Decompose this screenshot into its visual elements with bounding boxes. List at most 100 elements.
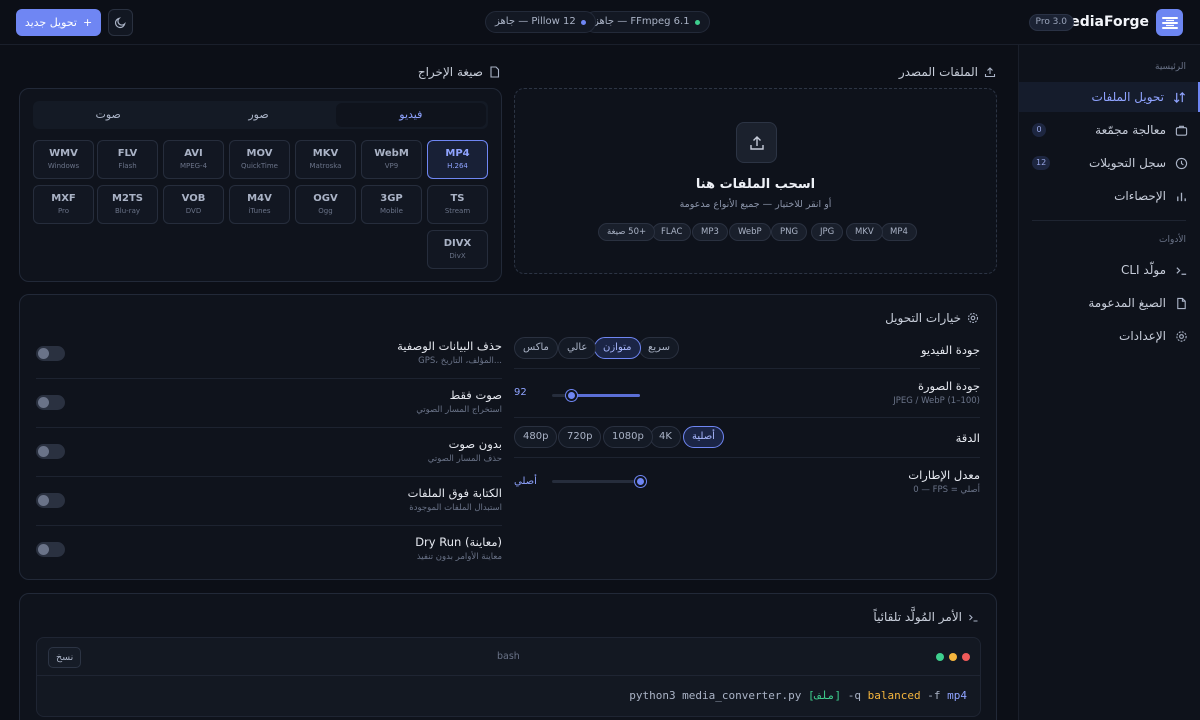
sidebar-item-label: مولّد CLI [1120, 263, 1166, 277]
gear-icon [1175, 330, 1188, 343]
format-option-m2ts[interactable]: M2TS Blu-ray [97, 185, 158, 224]
moon-icon [114, 16, 127, 29]
format-option-flv[interactable]: FLV Flash [97, 140, 158, 179]
format-option-avi[interactable]: AVI MPEG-4 [163, 140, 224, 179]
quality-option-high[interactable]: عالي [558, 337, 597, 359]
sidebar-item-label: سجل التحويلات [1088, 156, 1166, 170]
format-option-mp4[interactable]: MP4 H.264 [427, 140, 488, 179]
format-option-wmv[interactable]: WMV Windows [33, 140, 94, 179]
format-name: OGV [313, 193, 338, 204]
sidebar-item-cli[interactable]: مولّد CLI [1019, 255, 1200, 285]
sidebar-item-stats[interactable]: الإحصاءات [1019, 181, 1200, 211]
source-title-label: الملفات المصدر [898, 65, 978, 79]
format-codec: Stream [444, 207, 471, 215]
toggle-label: بدون صوت [448, 437, 502, 451]
fps-slider[interactable] [552, 476, 646, 487]
format-name: M2TS [112, 193, 143, 204]
tab-video[interactable]: فيديو [335, 103, 486, 127]
format-name: 3GP [380, 193, 403, 204]
cmd-prefix: python3 media_converter.py [629, 689, 809, 702]
file-dropzone[interactable]: اسحب الملفات هنا أو انقر للاختيار — جميع… [514, 88, 997, 274]
toggle-row: Dry Run (معاينة) معاينة الأوامر بدون تنفي… [36, 526, 502, 575]
format-chip: MP3 [692, 223, 728, 241]
format-name: MKV [312, 148, 339, 159]
format-option-mxf[interactable]: MXF Pro [33, 185, 94, 224]
logo-icon [1156, 9, 1183, 36]
format-chip: MP4 [881, 223, 917, 241]
sidebar-item-settings[interactable]: الإعدادات [1019, 321, 1200, 351]
output-format-panel: فيديو صور صوت MP4 H.264 WebM VP9 MKV Matroska… [19, 88, 502, 282]
toggle-hint: GPS، المؤلف، التاريخ... [418, 356, 502, 366]
sidebar-item-convert[interactable]: تحويل الملفات [1019, 82, 1200, 112]
format-name: MOV [246, 148, 273, 159]
format-option-m4v[interactable]: M4V iTunes [229, 185, 290, 224]
format-option-vob[interactable]: VOB DVD [163, 185, 224, 224]
status-label: Pillow 12 — جاهز [495, 16, 576, 27]
format-option-divx[interactable]: DIVX DivX [427, 230, 488, 269]
resolution-option-1080p[interactable]: 1080p [603, 426, 653, 448]
toggle-hint: استبدال الملفات الموجودة [409, 503, 502, 513]
slider-thumb[interactable] [634, 476, 646, 487]
toggle-switch[interactable] [36, 542, 65, 557]
theme-toggle-button[interactable] [108, 9, 133, 36]
toggle-switch[interactable] [36, 346, 65, 361]
resolution-option-480p[interactable]: 480p [514, 426, 558, 448]
code-header: نسخ bash [37, 638, 980, 676]
format-codec: Windows [47, 162, 80, 170]
format-name: WebM [374, 148, 409, 159]
status-dot [694, 19, 700, 25]
format-option-mkv[interactable]: MKV Matroska [295, 140, 356, 179]
sidebar-item-batch[interactable]: معالجة مجمّعة 0 [1019, 115, 1200, 145]
format-option-3gp[interactable]: 3GP Mobile [361, 185, 422, 224]
resolution-row: الدقة أصلية 4K 1080p 720p 480p [514, 418, 980, 458]
dropzone-title: اسحب الملفات هنا [695, 177, 816, 192]
format-name: WMV [49, 148, 78, 159]
resolution-option-4k[interactable]: 4K [650, 426, 681, 448]
image-quality-value: 92 [514, 387, 527, 398]
image-quality-slider[interactable] [552, 390, 640, 401]
quality-option-fast[interactable]: سريع [639, 337, 680, 359]
fps-label: معدل الإطارات [908, 468, 980, 482]
format-option-ogv[interactable]: OGV Ogg [295, 185, 356, 224]
briefcase-icon [1175, 124, 1188, 137]
sidebar-item-formats[interactable]: الصيغ المدعومة [1019, 288, 1200, 318]
copy-button[interactable]: نسخ [48, 647, 82, 668]
tab-audio[interactable]: صوت [33, 101, 183, 129]
output-section-title: صيغة الإخراج [418, 65, 500, 79]
history-count-badge: 12 [1032, 156, 1051, 170]
format-codec: VP9 [384, 162, 399, 170]
resolution-option-720p[interactable]: 720p [558, 426, 602, 448]
sidebar-item-label: تحويل الملفات [1091, 90, 1164, 104]
format-name: MXF [51, 193, 76, 204]
format-option-mov[interactable]: MOV QuickTime [229, 140, 290, 179]
toggle-switch[interactable] [36, 395, 65, 410]
video-quality-label: جودة الفيديو [920, 343, 980, 357]
format-codec: iTunes [248, 207, 271, 215]
toggle-hint: معاينة الأوامر بدون تنفيذ [416, 552, 502, 562]
format-option-webm[interactable]: WebM VP9 [361, 140, 422, 179]
top-header: MediaForge Pro 3.0 FFmpeg 6.1 — جاهز Pil… [0, 0, 1200, 45]
toggle-switch[interactable] [36, 493, 65, 508]
upload-small-icon [984, 66, 996, 78]
dropzone-subtitle: أو انقر للاختيار — جميع الأنواع مدعومة [679, 199, 832, 210]
toggle-row: الكتابة فوق الملفات استبدال الملفات الموج… [36, 477, 502, 526]
quality-option-balanced[interactable]: متوازن [594, 337, 641, 359]
format-name: MP4 [445, 148, 470, 159]
format-option-ts[interactable]: TS Stream [427, 185, 488, 224]
gear-small-icon [967, 312, 979, 324]
new-conversion-button[interactable]: + تحويل جديد [16, 9, 101, 36]
status-pillow: Pillow 12 — جاهز [485, 11, 596, 33]
quality-option-max[interactable]: ماكس [514, 337, 558, 359]
sidebar: الرئيسية تحويل الملفات معالجة مجمّعة 0 س… [1018, 45, 1200, 720]
toggle-switch[interactable] [36, 444, 65, 459]
new-conversion-label: تحويل جديد [24, 16, 77, 29]
sidebar-section-tools: الأدوات [1159, 235, 1186, 245]
toggle-knob [38, 544, 49, 555]
sidebar-item-history[interactable]: سجل التحويلات 12 [1019, 148, 1200, 178]
resolution-option-original[interactable]: أصلية [683, 426, 724, 448]
toggle-row: بدون صوت حذف المسار الصوتي [36, 428, 502, 477]
slider-thumb[interactable] [565, 390, 577, 401]
tab-images[interactable]: صور [183, 101, 333, 129]
cmd-quality-flag: -q [841, 689, 868, 702]
cmd-quality-value: balanced [867, 689, 921, 702]
